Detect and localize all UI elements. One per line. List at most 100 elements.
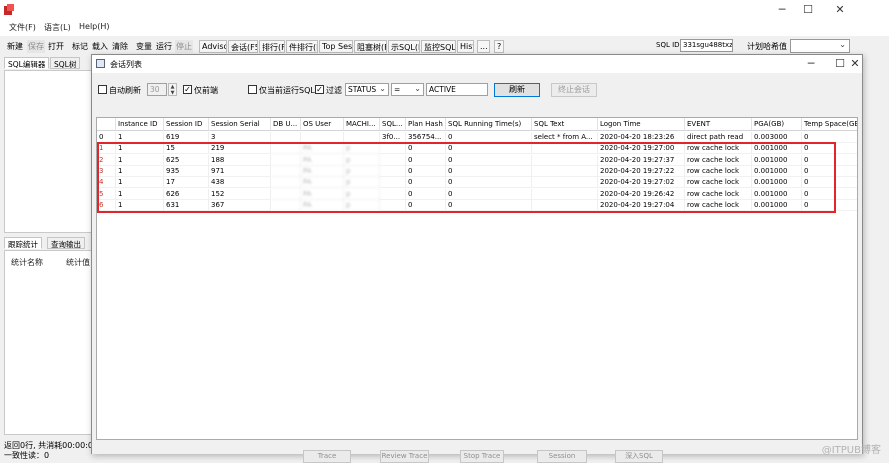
save-button[interactable]: 保存 [27, 40, 45, 53]
table-cell-temp-space: 0 [802, 143, 857, 155]
column-header-session-id[interactable]: Session ID [164, 118, 209, 131]
main-titlebar: ─ ☐ ✕ [0, 0, 889, 20]
column-header-logon-time[interactable]: Logon Time [598, 118, 685, 131]
ranking-button[interactable]: 排行(F [259, 40, 285, 53]
filter-checkbox[interactable]: ✓ [315, 85, 324, 94]
menu-language[interactable]: 语言(L) [44, 22, 71, 33]
plan-hash-select[interactable]: ⌄ [790, 39, 850, 53]
event-ranking-button[interactable]: 件排行(F [286, 40, 318, 53]
tab-sql-editor[interactable]: SQL编辑器 [4, 57, 50, 69]
review-trace-button[interactable]: Review Trace [380, 450, 429, 463]
table-cell-event: row cache lock [685, 143, 752, 155]
minimize-icon[interactable]: ─ [771, 3, 793, 16]
trace-session-button[interactable]: Trace Session [303, 450, 351, 463]
top-session-button[interactable]: Top Session [319, 40, 353, 53]
table-cell-pga: 0.001000 [752, 154, 802, 166]
table-cell-db-user [271, 154, 301, 166]
refresh-button[interactable]: 刷新 [494, 83, 540, 97]
filter-value-input[interactable]: ACTIVE [426, 83, 488, 96]
kill-session-button[interactable]: 终止会话 [551, 83, 597, 97]
table-cell-temp-space: 0 [802, 177, 857, 189]
column-header-sql-id[interactable]: SQL... [380, 118, 406, 131]
show-sql-button[interactable]: 示SQL(F [388, 40, 420, 53]
filter-operator-select[interactable]: = ⌄ [391, 83, 424, 96]
filter-column-select[interactable]: STATUS ⌄ [345, 83, 389, 96]
tab-sql-tree[interactable]: SQL树 [50, 57, 81, 69]
tab-trace-stats[interactable]: 跟踪统计 [4, 237, 42, 249]
session-history-button[interactable]: Session History [537, 450, 587, 463]
more-button[interactable]: ... [477, 40, 490, 53]
auto-refresh-checkbox[interactable] [98, 85, 107, 94]
column-header-instance-id[interactable]: Instance ID [116, 118, 164, 131]
run-button[interactable]: 运行 [155, 40, 173, 53]
column-header-temp-space[interactable]: Temp Space(GB) [802, 118, 857, 131]
refresh-interval-field[interactable]: 30 [147, 83, 167, 96]
auto-refresh-label: 自动刷新 [109, 86, 141, 95]
table-cell-row-index: 1 [97, 143, 116, 155]
dialog-title: 会话列表 [110, 60, 142, 69]
table-cell-sql-id [380, 199, 406, 211]
stats-panel: 统计名称 统计值 [4, 250, 92, 435]
table-cell-sql-text [532, 188, 598, 200]
drill-sql-button[interactable]: 深入SQL [615, 450, 663, 463]
table-cell-sql-running-time: 0 [446, 188, 532, 200]
table-cell-sql-id [380, 177, 406, 189]
table-cell-os-user: PA [301, 188, 344, 200]
column-header-row-index[interactable] [97, 118, 116, 131]
stats-tabs: 跟踪统计 查询输出 [0, 236, 92, 250]
running-sql-label: 仅当前运行SQL [259, 86, 315, 95]
tab-query-output[interactable]: 查询输出 [47, 237, 85, 249]
column-header-sql-running-time[interactable]: SQL Running Time(s) [446, 118, 532, 131]
menu-file[interactable]: 文件(F) [9, 22, 36, 33]
open-button[interactable]: 打开 [47, 40, 65, 53]
close-icon[interactable]: ✕ [829, 3, 851, 16]
mark-button[interactable]: 标记 [71, 40, 89, 53]
table-cell-sql-text: select * from A... [532, 132, 598, 143]
table-cell-plan-hash: 0 [406, 154, 446, 166]
variables-button[interactable]: 变量 [135, 40, 153, 53]
table-cell-instance-id: 1 [116, 132, 164, 143]
frontend-only-label: 仅前端 [194, 86, 218, 95]
dialog-minimize-icon[interactable]: ─ [802, 57, 820, 70]
interval-spinner[interactable]: ▲ ▼ [168, 83, 177, 96]
session-list-dialog: 会话列表 ─ ☐ ✕ 自动刷新 30 ▲ ▼ ✓ 仅前端 仅当前运行SQL ✓ 过… [91, 54, 864, 463]
dialog-close-icon[interactable]: ✕ [846, 57, 864, 70]
column-header-db-user[interactable]: DB U... [271, 118, 301, 131]
table-cell-plan-hash: 0 [406, 199, 446, 211]
sql-editor[interactable] [4, 70, 92, 233]
menu-help[interactable]: Help(H) [79, 22, 110, 31]
table-cell-row-index: 2 [97, 154, 116, 166]
table-cell-temp-space: 0 [802, 155, 857, 166]
sessions-button[interactable]: 会话(F5) [228, 40, 258, 53]
stop-trace-button[interactable]: Stop Trace [460, 450, 504, 463]
clear-button[interactable]: 清除 [111, 40, 129, 53]
column-header-session-serial[interactable]: Session Serial [209, 118, 271, 131]
frontend-only-checkbox[interactable]: ✓ [183, 85, 192, 94]
status-consistent-reads: 一致性读：0 [4, 451, 50, 460]
blocking-tree-button[interactable]: 阻塞树(F [354, 40, 387, 53]
table-cell-logon-time: 2020-04-20 19:27:02 [598, 177, 685, 189]
column-header-event[interactable]: EVENT [685, 118, 752, 131]
stop-button[interactable]: 停止 [175, 40, 193, 53]
sql-id-field[interactable]: 331sgu488txzu [680, 39, 733, 52]
column-header-sql-text[interactable]: SQL Text [532, 118, 598, 131]
running-sql-checkbox[interactable] [248, 85, 257, 94]
column-header-os-user[interactable]: OS User [301, 118, 344, 131]
column-header-machine[interactable]: MACHI... [344, 118, 380, 131]
table-cell-session-serial: 152 [209, 188, 271, 200]
dialog-body: 自动刷新 30 ▲ ▼ ✓ 仅前端 仅当前运行SQL ✓ 过滤 STATUS ⌄ =… [92, 73, 862, 463]
table-cell-sql-id [380, 154, 406, 166]
table-cell-sql-running-time: 0 [446, 154, 532, 166]
column-header-plan-hash[interactable]: Plan Hash [406, 118, 446, 131]
monitor-sql-button[interactable]: 监控SQL [421, 40, 456, 53]
advisor-button[interactable]: Advisor [199, 40, 227, 53]
column-header-pga[interactable]: PGA(GB) [752, 118, 802, 131]
table-cell-logon-time: 2020-04-20 19:27:04 [598, 199, 685, 211]
session-grid[interactable]: Instance ID Session ID Session Serial DB U.… [96, 117, 858, 440]
table-cell-sql-running-time: 0 [446, 143, 532, 155]
new-button[interactable]: 新建 [6, 40, 24, 53]
load-button[interactable]: 载入 [91, 40, 109, 53]
hist-button[interactable]: Hist [457, 40, 474, 53]
maximize-icon[interactable]: ☐ [797, 3, 819, 16]
help-button[interactable]: ? [494, 40, 504, 53]
